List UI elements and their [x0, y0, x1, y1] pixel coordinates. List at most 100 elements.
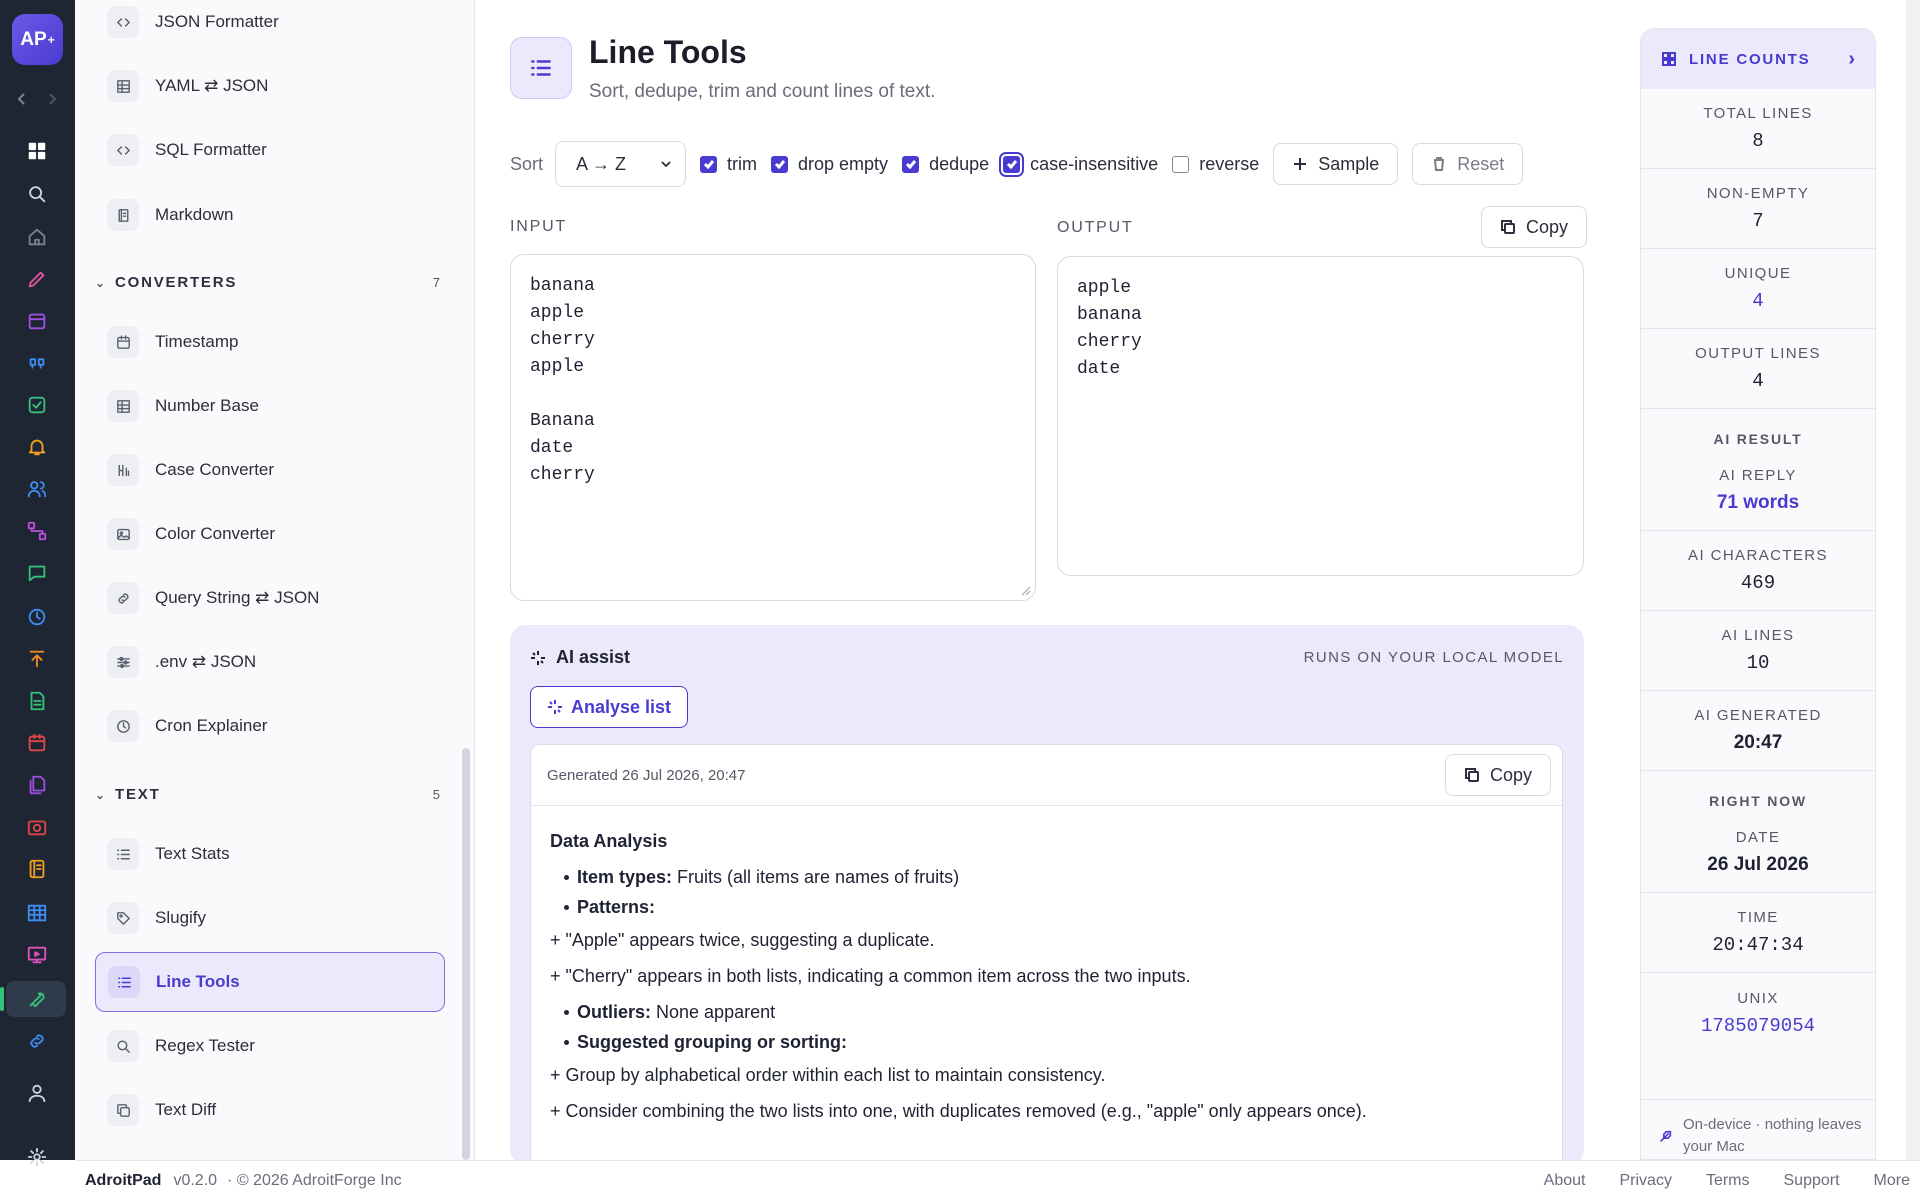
output-textarea[interactable]: apple banana cherry date [1057, 256, 1584, 576]
wrench-icon[interactable] [22, 984, 52, 1014]
checkbox-unchecked[interactable] [1172, 155, 1190, 173]
home-icon[interactable] [22, 222, 52, 252]
files-icon[interactable] [22, 770, 52, 800]
message-icon[interactable] [22, 558, 52, 588]
reverse-checkbox[interactable]: reverse [1172, 154, 1259, 175]
sidebar-item-markdown[interactable]: Markdown [95, 185, 445, 245]
section-text[interactable]: ⌄ TEXT 5 [95, 786, 440, 803]
search-icon[interactable] [22, 179, 52, 209]
stat-output-lines: OUTPUT LINES 4 [1641, 329, 1875, 409]
calendar-icon[interactable] [22, 728, 52, 758]
reset-button[interactable]: Reset [1412, 143, 1524, 185]
present-icon[interactable] [22, 940, 52, 970]
calendar-icon [107, 326, 139, 358]
check-square-icon[interactable] [22, 390, 52, 420]
sidebar-item-cron-explainer[interactable]: Cron Explainer [95, 696, 445, 756]
users-icon[interactable] [22, 474, 52, 504]
trash-icon [1434, 157, 1445, 171]
sidebar-item-query-string-json[interactable]: Query String ⇄ JSON [95, 568, 445, 628]
link-icon[interactable] [22, 1026, 52, 1056]
resize-handle-icon[interactable] [1021, 586, 1031, 596]
section-converters[interactable]: ⌄ CONVERTERS 7 [95, 274, 440, 291]
sidebar-item-line-tools[interactable]: Line Tools [95, 952, 445, 1012]
case-insensitive-checkbox[interactable]: case-insensitive [999, 151, 1158, 177]
icon-rail: AP + [0, 0, 75, 1167]
archive-icon[interactable] [22, 306, 52, 336]
copy-ai-button[interactable]: Copy [1444, 754, 1551, 796]
drop-empty-checkbox[interactable]: drop empty [771, 154, 888, 175]
pencil-icon[interactable] [22, 264, 52, 294]
ai-result-body: Data Analysis Item types: Fruits (all it… [531, 806, 1562, 1152]
stat-ai-characters: AI CHARACTERS 469 [1641, 531, 1875, 611]
chevron-right-icon[interactable]: › [1848, 48, 1855, 71]
page-subtitle: Sort, dedupe, trim and count lines of te… [589, 81, 936, 102]
checkbox-checked[interactable] [902, 155, 920, 173]
sidebar-item-yaml-json[interactable]: YAML ⇄ JSON [95, 56, 445, 116]
sidebar-item-env-json[interactable]: .env ⇄ JSON [95, 632, 445, 692]
flow-icon[interactable] [22, 516, 52, 546]
sidebar-item-regex-tester[interactable]: Regex Tester [95, 1016, 445, 1076]
sort-select[interactable]: A → Z [555, 141, 687, 187]
grid-icon[interactable] [22, 136, 52, 166]
sidebar-item-sql-formatter[interactable]: SQL Formatter [95, 120, 445, 180]
footer-link-more[interactable]: More [1874, 1172, 1910, 1190]
chevron-down-icon: ⌄ [95, 787, 107, 802]
user-icon[interactable] [22, 1078, 52, 1108]
checkbox-checked[interactable] [771, 155, 789, 173]
footer-link-support[interactable]: Support [1784, 1172, 1840, 1190]
checkbox-checked[interactable] [999, 151, 1025, 177]
checkbox-checked[interactable] [700, 155, 718, 173]
sidebar-item-case-converter[interactable]: Case Converter [95, 440, 445, 500]
footer-link-terms[interactable]: Terms [1706, 1172, 1750, 1190]
document-icon[interactable] [22, 686, 52, 716]
output-label: OUTPUT [1057, 219, 1134, 236]
footer-link-privacy[interactable]: Privacy [1619, 1172, 1671, 1190]
settings-gear-icon[interactable] [22, 1142, 52, 1172]
analysis-line: + "Apple" appears twice, suggesting a du… [550, 930, 935, 950]
back-arrow-icon[interactable] [15, 92, 29, 106]
sidebar-scrollbar[interactable] [462, 748, 470, 1160]
bell-icon[interactable] [22, 432, 52, 462]
ai-result-header: Generated 26 Jul 2026, 20:47 Copy [531, 745, 1562, 806]
right-now-section-title: RIGHT NOW [1709, 793, 1807, 809]
table-icon[interactable] [22, 898, 52, 928]
table-icon [107, 70, 139, 102]
main-scrollbar[interactable] [1906, 0, 1920, 1160]
ai-result-section-title: AI RESULT [1713, 431, 1803, 447]
clock-icon[interactable] [22, 602, 52, 632]
stat-key: UNIX [1737, 989, 1779, 1007]
sidebar-item-label: Markdown [155, 205, 234, 224]
chevron-down-icon: ⌄ [95, 275, 107, 290]
sidebar-item-color-converter[interactable]: Color Converter [95, 504, 445, 564]
analyse-list-button[interactable]: Analyse list [530, 686, 689, 728]
sidebar-item-timestamp[interactable]: Timestamp [95, 312, 445, 372]
upload-icon[interactable] [22, 644, 52, 674]
app-logo[interactable]: AP + [12, 14, 63, 65]
sidebar-item-text-stats[interactable]: Text Stats [95, 824, 445, 884]
quote-icon[interactable] [22, 348, 52, 378]
sidebar-item-json-formatter[interactable]: JSON Formatter [95, 0, 445, 52]
sample-button[interactable]: Sample [1273, 143, 1399, 185]
sidebar-item-label: Query String ⇄ JSON [155, 588, 320, 607]
dedupe-checkbox[interactable]: dedupe [902, 154, 989, 175]
line-counts-header[interactable]: LINE COUNTS › [1641, 29, 1875, 89]
forward-arrow-icon[interactable] [45, 92, 59, 106]
privacy-note-text: On-device · nothing leaves your Mac [1683, 1116, 1862, 1155]
input-textarea[interactable]: banana apple cherry apple Banana date ch… [510, 254, 1036, 601]
footer-links: About Privacy Terms Support More [1510, 1172, 1910, 1190]
copy-output-button[interactable]: Copy [1481, 206, 1588, 248]
copy-icon [107, 1094, 139, 1126]
item-types-value: Fruits (all items are names of fruits) [672, 867, 960, 887]
image-icon [107, 518, 139, 550]
sidebar-item-slugify[interactable]: Slugify [95, 888, 445, 948]
camera-icon[interactable] [22, 812, 52, 842]
sidebar-item-text-diff[interactable]: Text Diff [95, 1080, 445, 1140]
notebook-icon[interactable] [22, 854, 52, 884]
trim-checkbox[interactable]: trim [700, 154, 757, 175]
footer-link-about[interactable]: About [1544, 1172, 1586, 1190]
stat-value: 469 [1740, 572, 1776, 594]
stat-key: AI LINES [1721, 627, 1795, 644]
sidebar-item-number-base[interactable]: Number Base [95, 376, 445, 436]
main-content: Line Tools Sort, dedupe, trim and count … [475, 0, 1640, 1169]
stat-value: 20:47 [1733, 732, 1783, 753]
